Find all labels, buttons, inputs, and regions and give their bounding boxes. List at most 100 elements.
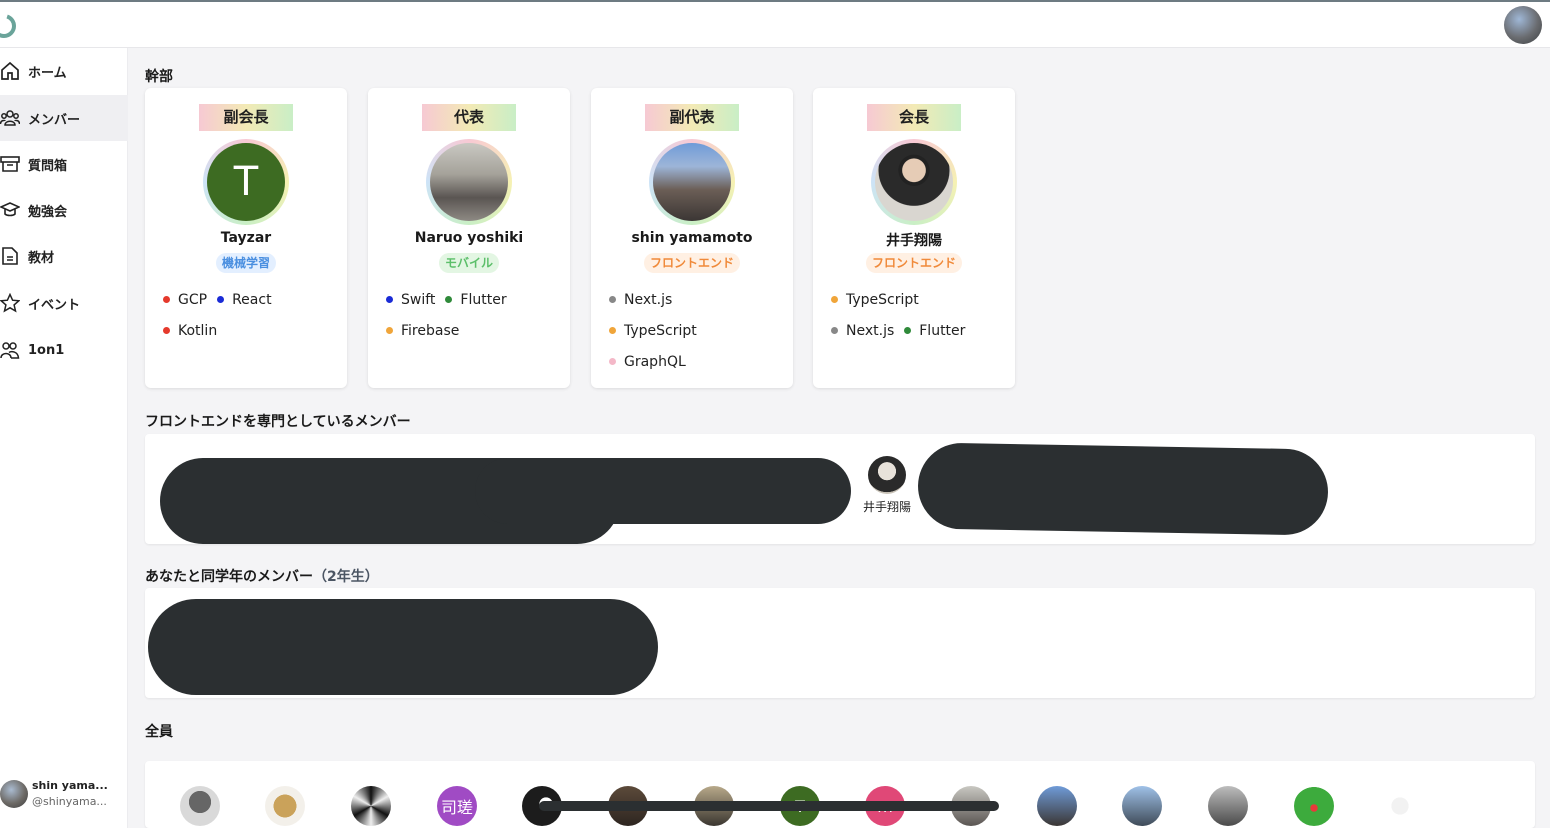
- all-members-panel: 司瑳 T m: [145, 761, 1535, 828]
- member-name: shin yamamoto: [631, 230, 753, 246]
- redaction: [148, 599, 658, 695]
- skill-tag: Next.js: [609, 292, 672, 308]
- sidebar-user-name: shin yama...: [32, 779, 108, 792]
- skill-tag: GraphQL: [609, 354, 686, 370]
- skill-dot: [904, 327, 912, 334]
- frog-avatar-icon[interactable]: [1294, 786, 1334, 826]
- skill-label: Firebase: [401, 322, 460, 339]
- robot-avatar-icon[interactable]: [180, 786, 220, 826]
- member-name: Tayzar: [220, 230, 272, 246]
- member-name: 井手翔陽: [862, 500, 911, 514]
- sidebar-user[interactable]: shin yama... @shinyama...: [0, 774, 128, 814]
- figurine-avatar-icon[interactable]: [265, 786, 305, 826]
- sidebar-item-label: 勉強会: [28, 204, 68, 220]
- two-people-icon: [0, 340, 20, 360]
- section-title-text: あなたと同学年のメンバー: [145, 569, 313, 585]
- avatar[interactable]: 司瑳: [437, 786, 477, 826]
- skill-dot: [163, 327, 170, 334]
- executive-card[interactable]: 代表 Naruo yoshiki モバイル Swift Flutter Fire…: [368, 88, 570, 388]
- specialty-badge: モバイル: [438, 253, 500, 273]
- executive-card[interactable]: 副代表 shin yamamoto フロントエンド Next.js TypeSc…: [591, 88, 793, 388]
- sidebar-item-inbox[interactable]: 質問箱: [0, 141, 128, 187]
- skill-tag: TypeScript: [609, 323, 697, 339]
- skill-tag: Flutter: [904, 323, 965, 339]
- skill-tag: React: [217, 292, 272, 308]
- users-icon: [0, 108, 20, 128]
- home-icon: [0, 61, 20, 81]
- specialty-badge: フロントエンド: [643, 253, 741, 273]
- same-grade-members-panel: [145, 588, 1535, 698]
- sidebar-item-study[interactable]: 勉強会: [0, 187, 128, 233]
- sidebar-item-label: 教材: [28, 250, 55, 266]
- avatar-ring: T: [203, 139, 289, 225]
- user-avatar-icon[interactable]: [1504, 6, 1542, 44]
- avatar-ring: [871, 139, 957, 225]
- member-avatar[interactable]: 井手翔陽: [857, 456, 917, 515]
- skill-label: Kotlin: [178, 322, 218, 339]
- section-title-frontend: フロントエンドを専門としているメンバー: [145, 414, 411, 430]
- skill-dot: [831, 327, 838, 334]
- executive-card[interactable]: 副会長 T Tayzar 機械学習 GCP React Kotlin: [145, 88, 347, 388]
- skill-tag: Flutter: [445, 291, 507, 308]
- sidebar-item-label: 質問箱: [28, 158, 68, 174]
- sidebar-item-label: 1on1: [28, 342, 65, 358]
- member-name: Naruo yoshiki: [414, 230, 524, 246]
- skill-list: GCP React Kotlin: [163, 284, 337, 346]
- role-badge: 副会長: [199, 104, 293, 131]
- skill-dot: [609, 296, 616, 303]
- sidebar-item-1on1[interactable]: 1on1: [0, 327, 128, 373]
- sidebar-item-materials[interactable]: 教材: [0, 233, 128, 279]
- sidebar-item-members[interactable]: メンバー: [0, 95, 128, 141]
- skill-label: Flutter: [460, 291, 507, 308]
- skill-label: TypeScript: [846, 291, 919, 308]
- skill-dot: [609, 327, 616, 334]
- avatar: T: [207, 143, 285, 221]
- graduation-cap-icon: [0, 200, 20, 220]
- top-bar: [0, 0, 1550, 48]
- grade-label: （2年生）: [313, 569, 379, 585]
- skill-label: Next.js: [624, 291, 673, 308]
- sidebar: ホーム メンバー 質問箱 勉強会 教材 イベント 1on1 shin yama.…: [0, 48, 128, 828]
- photo-avatar-icon: [875, 143, 953, 221]
- role-badge: 会長: [867, 104, 961, 131]
- inbox-icon: [0, 154, 20, 174]
- executive-card[interactable]: 会長 井手翔陽 フロントエンド TypeScript Next.js Flutt…: [813, 88, 1015, 388]
- section-title-same-grade: あなたと同学年のメンバー（2年生）: [145, 566, 379, 586]
- role-badge: 副代表: [645, 104, 739, 131]
- skill-label: GraphQL: [624, 353, 686, 370]
- skill-label: Flutter: [919, 322, 966, 339]
- specialty-badge: フロントエンド: [865, 253, 963, 273]
- photo-avatar-icon[interactable]: [1208, 786, 1248, 826]
- redaction: [539, 801, 999, 811]
- photo-avatar-icon: [430, 143, 508, 221]
- skill-tag: Kotlin: [163, 323, 217, 339]
- redaction: [917, 442, 1329, 536]
- skill-list: TypeScript Next.js Flutter: [831, 284, 1005, 346]
- skill-dot: [386, 327, 393, 334]
- sidebar-item-label: メンバー: [28, 112, 81, 128]
- sidebar-item-home[interactable]: ホーム: [0, 48, 128, 94]
- document-icon: [0, 246, 20, 266]
- skill-tag: Swift: [386, 292, 435, 308]
- photo-avatar-icon: [868, 456, 906, 494]
- cat-avatar-icon[interactable]: [1380, 786, 1420, 826]
- swirl-avatar-icon[interactable]: [351, 786, 391, 826]
- avatar-ring: [649, 139, 735, 225]
- skill-list: Next.js TypeScript GraphQL: [609, 284, 783, 377]
- skill-tag: Firebase: [386, 323, 459, 339]
- section-title-all: 全員: [145, 724, 173, 740]
- circle-logo-icon[interactable]: [0, 12, 18, 40]
- skill-label: Swift: [401, 291, 436, 308]
- skill-label: TypeScript: [624, 322, 697, 339]
- avatar-ring: [426, 139, 512, 225]
- sidebar-user-handle: @shinyama...: [32, 795, 107, 808]
- photo-avatar-icon[interactable]: [1122, 786, 1162, 826]
- skill-list: Swift Flutter Firebase: [386, 284, 560, 346]
- skill-dot: [445, 296, 453, 303]
- specialty-badge: 機械学習: [215, 253, 277, 273]
- skill-dot: [163, 296, 170, 303]
- sidebar-item-events[interactable]: イベント: [0, 280, 128, 326]
- photo-avatar-icon[interactable]: [1037, 786, 1077, 826]
- section-title-executives: 幹部: [145, 69, 173, 85]
- skill-dot: [831, 296, 838, 303]
